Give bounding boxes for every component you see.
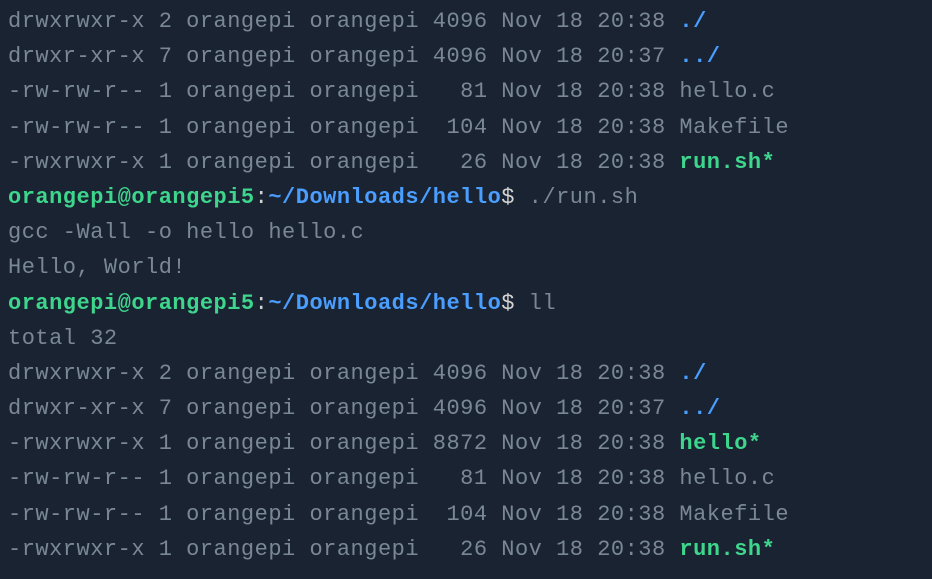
file-listing-row: -rwxrwxr-x 1 orangepi orangepi 26 Nov 18… [8,532,924,567]
file-name: hello.c [679,466,775,491]
prompt-symbol: $ [501,185,515,210]
current-path: ~/Downloads/hello [268,185,501,210]
user-host: orangepi@orangepi5 [8,185,255,210]
file-name: ./ [679,9,706,34]
terminal-output[interactable]: drwxrwxr-x 2 orangepi orangepi 4096 Nov … [8,4,924,567]
file-name: ../ [679,44,720,69]
file-name: Makefile [679,502,789,527]
file-name: ../ [679,396,720,421]
command-text: ./run.sh [515,185,638,210]
file-listing-row: -rw-rw-r-- 1 orangepi orangepi 104 Nov 1… [8,110,924,145]
file-name: run.sh* [679,537,775,562]
file-name: ./ [679,361,706,386]
file-listing-row: -rwxrwxr-x 1 orangepi orangepi 8872 Nov … [8,426,924,461]
file-listing-row: drwxrwxr-x 2 orangepi orangepi 4096 Nov … [8,356,924,391]
total-line: total 32 [8,321,924,356]
file-listing-row: -rw-rw-r-- 1 orangepi orangepi 104 Nov 1… [8,497,924,532]
file-listing-row: -rw-rw-r-- 1 orangepi orangepi 81 Nov 18… [8,461,924,496]
file-listing-row: -rwxrwxr-x 1 orangepi orangepi 26 Nov 18… [8,145,924,180]
file-name: Makefile [679,115,789,140]
prompt-line: orangepi@orangepi5:~/Downloads/hello$ ll [8,286,924,321]
file-listing-row: drwxrwxr-x 2 orangepi orangepi 4096 Nov … [8,4,924,39]
file-listing-row: -rw-rw-r-- 1 orangepi orangepi 81 Nov 18… [8,74,924,109]
command-output: gcc -Wall -o hello hello.c [8,215,924,250]
file-listing-row: drwxr-xr-x 7 orangepi orangepi 4096 Nov … [8,39,924,74]
current-path: ~/Downloads/hello [268,291,501,316]
prompt-line: orangepi@orangepi5:~/Downloads/hello$ ./… [8,180,924,215]
prompt-symbol: $ [501,291,515,316]
file-name: hello.c [679,79,775,104]
separator: : [255,291,269,316]
file-listing-row: drwxr-xr-x 7 orangepi orangepi 4096 Nov … [8,391,924,426]
user-host: orangepi@orangepi5 [8,291,255,316]
command-text: ll [515,291,556,316]
separator: : [255,185,269,210]
command-output: Hello, World! [8,250,924,285]
file-name: run.sh* [679,150,775,175]
file-name: hello* [679,431,761,456]
